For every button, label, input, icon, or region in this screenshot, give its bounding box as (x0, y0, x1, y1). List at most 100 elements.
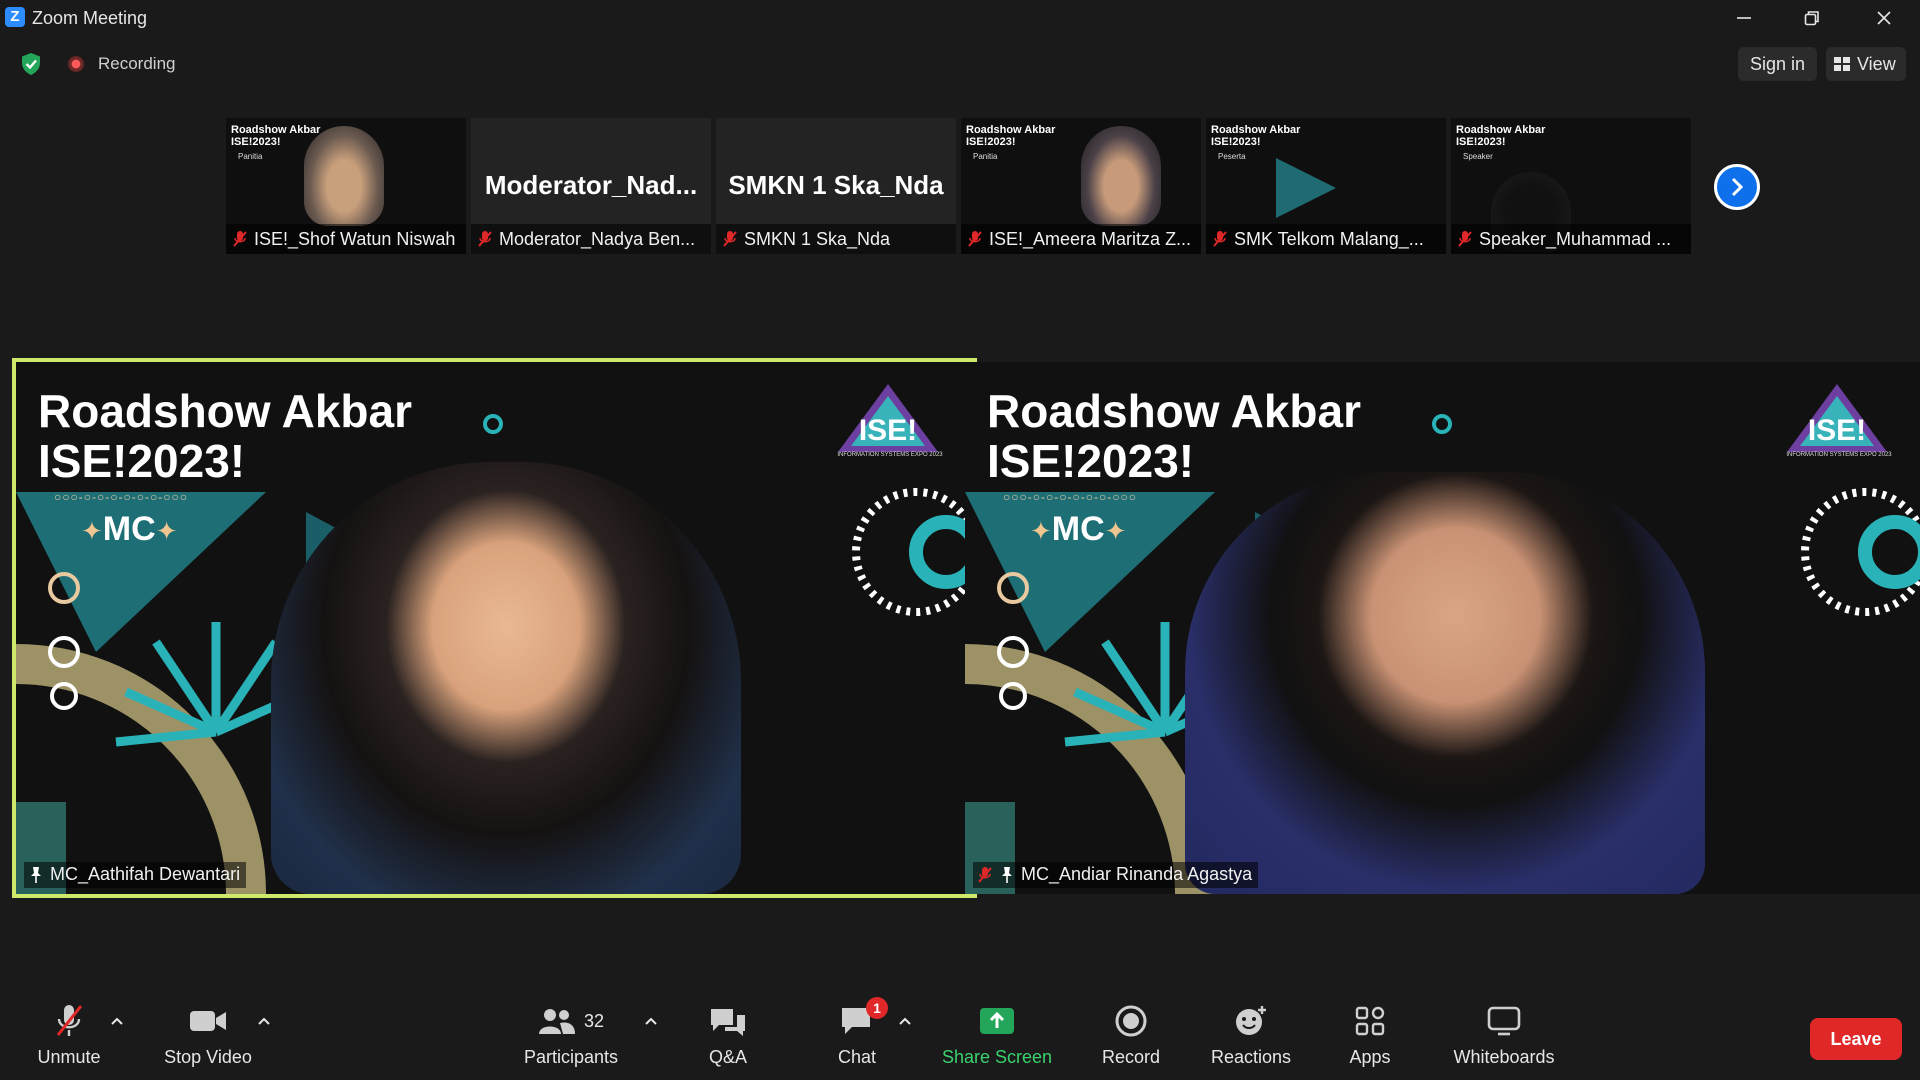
ise-logo-text: ISE! (1808, 414, 1866, 447)
participant-name: Moderator_Nadya Ben... (499, 228, 696, 249)
stop-video-button[interactable]: Stop Video (143, 1001, 273, 1068)
decorative-dots: ○○○-○-○-○-○-○-○-○○○ (1003, 490, 1137, 504)
mic-muted-icon (978, 866, 992, 883)
participant-thumbnail[interactable]: Roadshow Akbar ISE!2023! Panitia ISE!_Am… (961, 118, 1201, 254)
whiteboard-icon (1487, 1006, 1521, 1036)
title-bar: Z Zoom Meeting (0, 0, 1920, 36)
apps-label: Apps (1349, 1047, 1391, 1067)
close-icon (1877, 11, 1891, 25)
participants-icon (538, 1009, 575, 1034)
ise-logo: ISE! (838, 384, 938, 452)
role-label: ✦MC✦ (81, 510, 178, 548)
restore-icon (1804, 11, 1819, 26)
chat-unread-badge: 1 (866, 997, 888, 1019)
unmute-label: Unmute (37, 1047, 101, 1067)
unmute-button[interactable]: Unmute (4, 1001, 134, 1068)
reactions-smiley-icon (1236, 1006, 1266, 1035)
view-button[interactable]: View (1826, 47, 1906, 81)
minimize-icon (1737, 17, 1751, 19)
participant-video (271, 462, 741, 894)
thumbnail-role-tag: Panitia (973, 152, 998, 161)
thumbnail-background-title: Roadshow Akbar ISE!2023! (1211, 124, 1301, 148)
main-video-tile-active-speaker[interactable]: Roadshow Akbar ISE!2023! ○○○-○-○-○-○-○-○… (12, 358, 977, 898)
reactions-label: Reactions (1210, 1047, 1292, 1067)
share-screen-label: Share Screen (941, 1047, 1053, 1067)
microphone-muted-icon (56, 1005, 83, 1036)
record-button[interactable]: Record (1066, 1001, 1196, 1068)
view-label: View (1857, 54, 1896, 74)
chat-button[interactable]: 1 Chat (792, 997, 922, 1068)
close-button[interactable] (1850, 0, 1918, 36)
background-triangle-graphic (1276, 158, 1336, 218)
reactions-button[interactable]: Reactions (1186, 1001, 1316, 1068)
participant-name: ISE!_Ameera Maritza Z... (989, 228, 1192, 249)
qa-icon (711, 1009, 745, 1036)
leave-meeting-button[interactable]: Leave (1810, 1018, 1902, 1060)
whiteboards-button[interactable]: Whiteboards (1439, 1001, 1569, 1068)
participant-thumbnail[interactable]: Roadshow Akbar ISE!2023! Peserta SMK Tel… (1206, 118, 1446, 254)
video-camera-icon (190, 1011, 226, 1031)
chat-options-chevron-icon[interactable] (898, 1016, 912, 1026)
participant-video (1185, 472, 1705, 894)
participant-name: MC_Aathifah Dewantari (50, 864, 241, 884)
recording-label: Recording (98, 54, 176, 73)
thumbnail-background-title: Roadshow Akbar ISE!2023! (966, 124, 1056, 148)
mic-muted-icon (233, 231, 247, 247)
audio-options-chevron-icon[interactable] (110, 1016, 124, 1026)
pin-icon (1002, 866, 1012, 883)
apps-button[interactable]: Apps (1305, 1001, 1435, 1068)
participants-options-chevron-icon[interactable] (644, 1016, 658, 1026)
role-label: ✦MC✦ (1030, 510, 1127, 548)
window-title: Zoom Meeting (32, 8, 148, 28)
zoom-logo-icon: Z (5, 7, 25, 27)
headline-line-1: Roadshow Akbar (987, 385, 1362, 437)
ise-logo-text: ISE! (859, 414, 917, 447)
security-shield-icon[interactable] (20, 52, 42, 76)
thumbnail-role-tag: Speaker (1463, 152, 1493, 161)
background-headline: Roadshow Akbar ISE!2023! (38, 386, 412, 486)
participant-thumbnail[interactable]: Roadshow Akbar ISE!2023! Speaker Speaker… (1451, 118, 1691, 254)
thumbnail-role-tag: Panitia (238, 152, 263, 161)
participant-name: SMKN 1 Ska_Nda (744, 228, 891, 249)
participant-name: SMK Telkom Malang_... (1234, 228, 1424, 249)
whiteboards-label: Whiteboards (1453, 1047, 1555, 1067)
participant-video (1081, 126, 1161, 226)
thumbnail-caption: ISE!_Ameera Maritza Z... (961, 224, 1201, 254)
participant-thumbnail[interactable]: SMKN 1 Ska_Nda SMKN 1 Ska_Nda (716, 118, 956, 254)
apps-icon (1355, 1006, 1385, 1036)
participant-thumbnail[interactable]: Roadshow Akbar ISE!2023! Panitia ISE!_Sh… (226, 118, 466, 254)
ise-logo: ISE! (1787, 384, 1887, 452)
next-page-button[interactable] (1714, 164, 1760, 210)
video-options-chevron-icon[interactable] (257, 1016, 271, 1026)
thumbnail-caption: Speaker_Muhammad ... (1451, 224, 1691, 254)
record-icon (1115, 1005, 1147, 1037)
mic-muted-icon (1213, 231, 1227, 247)
headline-line-2: ISE!2023! (38, 435, 246, 487)
chat-label: Chat (837, 1047, 877, 1067)
stop-video-label: Stop Video (164, 1047, 252, 1067)
ise-logo-subtitle: INFORMATION SYSTEMS EXPO 2023 (1786, 452, 1892, 458)
role-text: MC (102, 510, 156, 548)
mic-muted-icon (723, 231, 737, 247)
chevron-right-icon (1731, 177, 1744, 197)
sign-in-button[interactable]: Sign in (1738, 47, 1818, 81)
participants-button[interactable]: 32 Participants (506, 1001, 636, 1068)
participants-count: 32 (583, 1010, 605, 1031)
gallery-grid-icon (1834, 57, 1850, 71)
main-video-tile[interactable]: Roadshow Akbar ISE!2023! ○○○-○-○-○-○-○-○… (965, 362, 1920, 894)
restore-button[interactable] (1778, 0, 1846, 36)
participant-name: ISE!_Shof Watun Niswah (254, 228, 456, 249)
thumbnail-caption: Moderator_Nadya Ben... (471, 224, 711, 254)
qa-label: Q&A (708, 1047, 747, 1067)
minimize-button[interactable] (1710, 0, 1778, 36)
thumbnail-caption: SMK Telkom Malang_... (1206, 224, 1446, 254)
participant-thumbnail[interactable]: Moderator_Nad... Moderator_Nadya Ben... (471, 118, 711, 254)
participant-name: MC_Andiar Rinanda Agastya (1021, 864, 1253, 884)
participant-name: Speaker_Muhammad ... (1479, 228, 1672, 249)
share-screen-button[interactable]: Share Screen (932, 1001, 1062, 1068)
record-label: Record (1101, 1047, 1161, 1067)
thumbnail-role-tag: Peserta (1218, 152, 1246, 161)
thumbnail-caption: SMKN 1 Ska_Nda (716, 224, 956, 254)
qa-button[interactable]: Q&A (663, 1001, 793, 1068)
mic-muted-icon (968, 231, 982, 247)
